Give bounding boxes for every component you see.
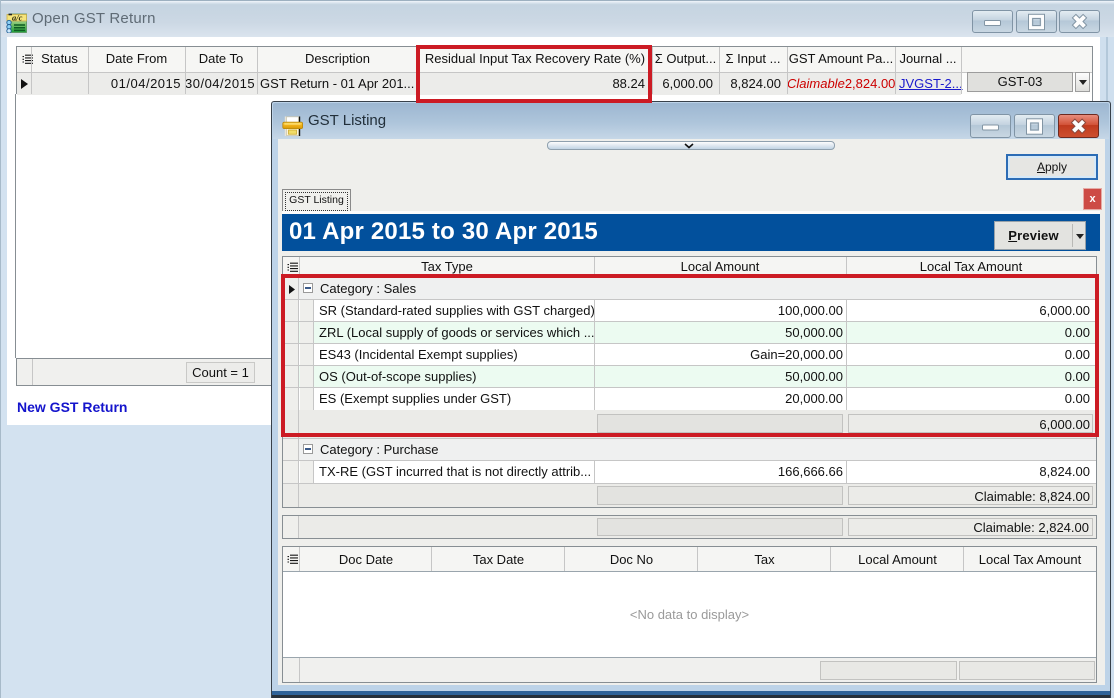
svg-text:a/c: a/c bbox=[12, 13, 23, 23]
